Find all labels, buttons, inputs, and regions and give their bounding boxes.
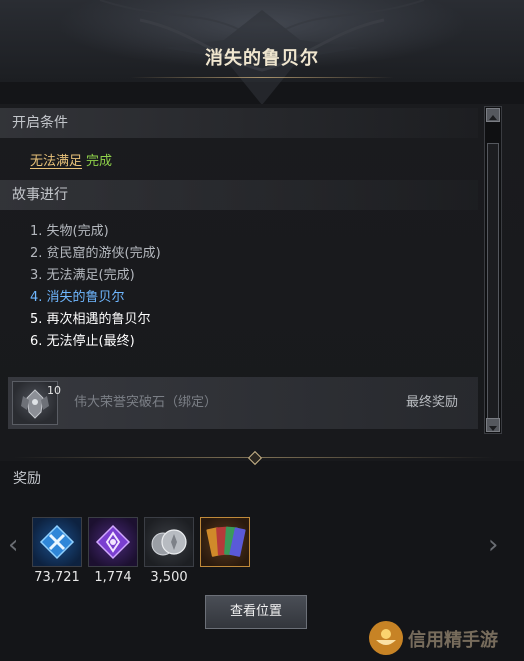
story-step-current: 4. 消失的鲁贝尔 [30,290,125,305]
reward-name: 伟大荣誉突破石（绑定） [74,395,218,410]
watermark: 信用精手游 [366,616,522,660]
chevron-right-icon[interactable]: › [488,530,498,560]
blue-crossed-swords-icon[interactable] [32,517,82,567]
condition-complete-label: 完成 [86,154,113,169]
condition-unmet-link[interactable]: 无法满足 [30,154,82,169]
story-header: 故事进行 [0,180,478,210]
watermark-logo-icon [369,621,403,655]
story-step: 5. 再次相遇的鲁贝尔 [30,312,151,327]
reward-value: 3,500 [150,570,188,585]
gem-crest-icon[interactable]: 10 [12,381,61,425]
card-bundle-icon[interactable] [200,517,250,567]
chevron-left-icon[interactable]: ‹ [8,530,18,560]
scroll-up-button[interactable] [486,108,500,122]
view-location-button[interactable]: 查看位置 [205,595,307,629]
purple-sigil-icon[interactable] [88,517,138,567]
final-reward-row[interactable]: 10 伟大荣誉突破石（绑定） 最终奖励 [8,377,478,429]
conditions-header: 开启条件 [0,108,478,138]
story-step: 2. 贫民窟的游侠(完成) [30,246,161,261]
reward-value: 1,774 [94,570,132,585]
story-step: 3. 无法满足(完成) [30,268,135,283]
page-title: 消失的鲁贝尔 [205,48,319,69]
scroll-down-button[interactable] [486,418,500,432]
final-reward-tag: 最终奖励 [405,395,458,410]
window-header: 消失的鲁贝尔 [0,0,524,105]
watermark-text: 信用精手游 [408,630,498,651]
rewards-header: 奖励 [13,471,41,487]
story-steps-list: 1. 失物(完成) 2. 贫民窟的游侠(完成) 3. 无法满足(完成) 4. 消… [30,221,161,353]
content-scrollbar[interactable] [484,106,502,434]
scroll-thumb[interactable] [487,143,499,423]
conditions-status: 无法满足 完成 [30,150,112,169]
story-step: 6. 无法停止(最终) [30,334,135,349]
reward-quantity: 10 [47,384,61,397]
silver-coins-icon[interactable] [144,517,194,567]
reward-value: 73,721 [34,570,80,585]
story-step: 1. 失物(完成) [30,224,109,239]
title-underline [130,77,394,78]
